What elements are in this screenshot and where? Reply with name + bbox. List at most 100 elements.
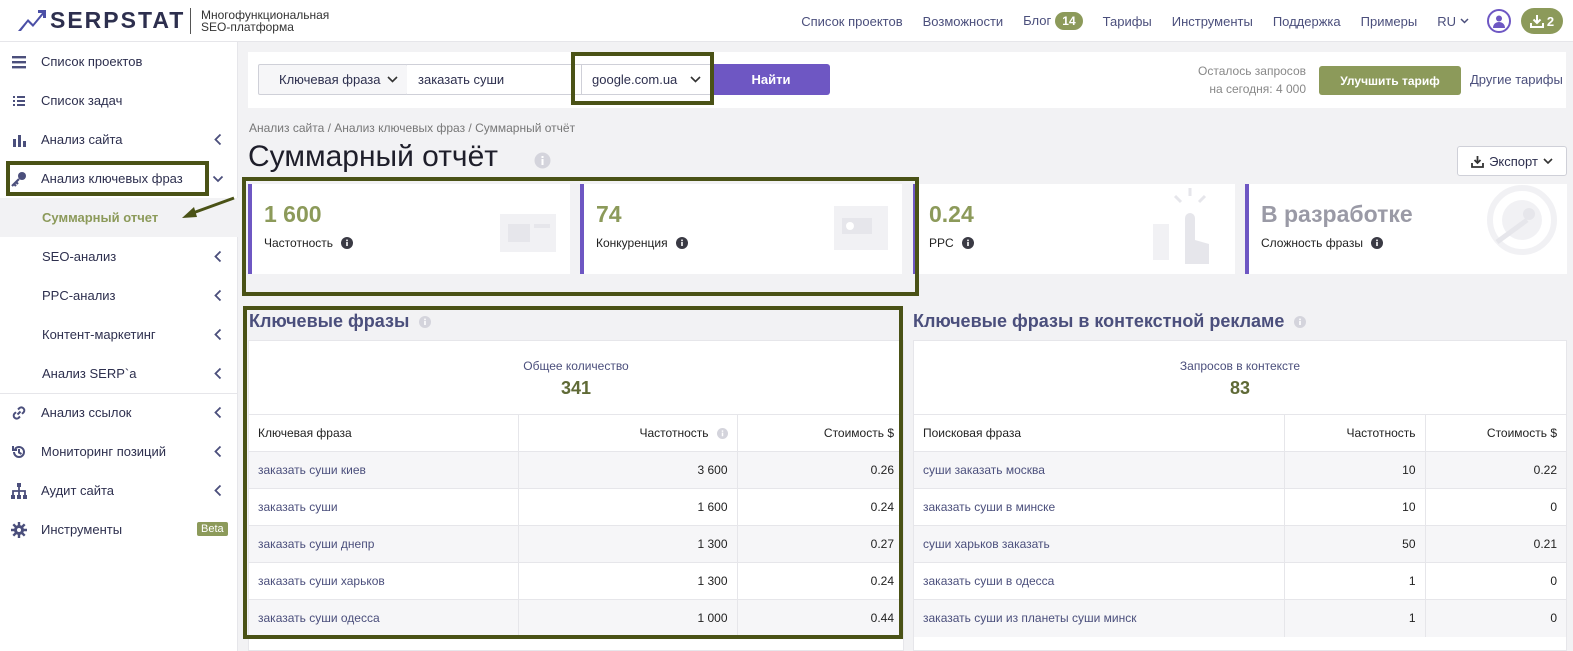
sidebar-item-label: Аудит сайта — [41, 483, 115, 498]
chevron-left-icon — [214, 367, 222, 380]
site-analysis-icon — [13, 135, 26, 147]
chevron-down-icon — [387, 76, 398, 83]
sidebar-item-site-analysis[interactable]: Анализ сайта — [0, 120, 238, 159]
logo-text: SERPSTAT — [50, 7, 186, 33]
col-frequency[interactable]: Частотность — [1284, 414, 1426, 452]
nav-blog[interactable]: Блог 14 — [1023, 12, 1083, 30]
nav-examples[interactable]: Примеры — [1361, 14, 1418, 29]
stat-card-ppc: 0.24 PPC — [913, 184, 1235, 274]
frequency-cell: 1 — [1284, 599, 1426, 637]
gear-icon — [11, 522, 27, 538]
sidebar-item-label: Контент-маркетинг — [42, 327, 156, 342]
tagline-line-2: SEO-платформа — [201, 20, 294, 34]
chevron-left-icon — [214, 406, 222, 419]
table-row: заказать суши из планеты суши минск 1 0 — [914, 599, 1566, 637]
chevron-left-icon — [214, 250, 222, 263]
sidebar: Список проектов Список задач Анализ сайт… — [0, 42, 238, 651]
frequency-cell: 10 — [1284, 451, 1426, 489]
sidebar-item-label: SEO-анализ — [42, 249, 117, 264]
page-title: Суммарный отчёт — [248, 140, 498, 173]
chevron-left-icon — [214, 484, 222, 497]
nav-features[interactable]: Возможности — [923, 14, 1004, 29]
sidebar-item-tasks[interactable]: Список задач — [0, 81, 238, 120]
search-type-select[interactable]: Ключевая фраза — [258, 64, 408, 95]
task-list-icon — [13, 96, 25, 106]
stat-label: PPC — [929, 236, 974, 250]
keyword-link[interactable]: заказать суши в одесса — [914, 562, 1285, 600]
sidebar-item-serp-analysis[interactable]: Анализ SERP`a — [0, 354, 238, 393]
stat-label: Сложность фразы — [1261, 236, 1383, 250]
info-icon[interactable] — [961, 237, 974, 249]
link-icon — [12, 406, 26, 420]
nav-tools[interactable]: Инструменты — [1172, 14, 1253, 29]
sidebar-item-ppc-analysis[interactable]: PPC-анализ — [0, 276, 238, 315]
annotation-highlight-keywords — [243, 306, 903, 639]
nav-support[interactable]: Поддержка — [1273, 14, 1341, 29]
sidebar-item-content-marketing[interactable]: Контент-маркетинг — [0, 315, 238, 354]
language-select[interactable]: RU — [1437, 14, 1469, 29]
table-row: заказать суши в минске 10 0 — [914, 488, 1566, 526]
table-header-row: Поисковая фраза Частотность Стоимость $ — [914, 414, 1566, 452]
sidebar-item-label: Список проектов — [41, 54, 143, 69]
col-search-phrase[interactable]: Поисковая фраза — [914, 414, 1285, 452]
keyword-link[interactable]: заказать суши из планеты суши минск — [914, 599, 1285, 637]
key-lock-illustration-icon — [1487, 185, 1557, 255]
info-icon[interactable] — [534, 152, 551, 169]
chevron-left-icon — [214, 133, 222, 146]
sitemap-icon — [11, 483, 27, 499]
quota-line-1: Осталось запросов — [1198, 64, 1306, 78]
top-header: SERPSTAT Многофункциональная SEO-платфор… — [0, 0, 1573, 42]
chevron-left-icon — [214, 445, 222, 458]
col-cost[interactable]: Стоимость $ — [1425, 414, 1566, 452]
chevron-left-icon — [214, 289, 222, 302]
nav-projects[interactable]: Список проектов — [801, 14, 902, 29]
breadcrumb: Анализ сайта / Анализ ключевых фраз / Су… — [249, 121, 576, 135]
sidebar-item-projects[interactable]: Список проектов — [0, 42, 238, 81]
search-panel: Ключевая фраза google.com.ua Найти Остал… — [248, 52, 1566, 108]
other-plans-link[interactable]: Другие тарифы — [1470, 72, 1563, 87]
annotation-arrow-icon — [182, 196, 235, 218]
nav-blog-label: Блог — [1023, 13, 1052, 28]
ads-section-title: Ключевые фразы в контекстной рекламе — [913, 311, 1307, 332]
ads-table: Поисковая фраза Частотность Стоимость $ … — [914, 414, 1566, 637]
table-row: заказать суши в одесса 1 0 — [914, 562, 1566, 600]
keyword-link[interactable]: заказать суши в минске — [914, 488, 1285, 526]
chevron-down-icon — [1543, 158, 1553, 164]
sidebar-item-tools[interactable]: Инструменты Beta — [0, 510, 238, 549]
top-nav: Список проектов Возможности Блог 14 Тариф… — [801, 0, 1573, 42]
blog-count-badge: 14 — [1055, 12, 1083, 30]
sidebar-item-label: PPC-анализ — [42, 288, 116, 303]
chevron-left-icon — [214, 328, 222, 341]
sidebar-item-label: Список задач — [41, 93, 123, 108]
serpstat-logo[interactable]: SERPSTAT — [18, 7, 185, 34]
history-icon — [12, 445, 25, 458]
summary-value: 83 — [1229, 378, 1251, 398]
logo-arrow-icon — [18, 9, 46, 31]
search-input[interactable] — [407, 64, 582, 95]
export-button[interactable]: Экспорт — [1457, 146, 1567, 176]
stat-value: В разработке — [1261, 201, 1413, 227]
sidebar-item-label: Анализ SERP`a — [42, 366, 137, 381]
nav-pricing[interactable]: Тарифы — [1103, 14, 1152, 29]
frequency-cell: 50 — [1284, 525, 1426, 563]
keyword-link[interactable]: суши харьков заказать — [914, 525, 1285, 563]
sidebar-item-link-analysis[interactable]: Анализ ссылок — [0, 393, 238, 432]
sidebar-item-site-audit[interactable]: Аудит сайта — [0, 471, 238, 510]
summary-label: Запросов в контексте — [1179, 359, 1301, 373]
upgrade-plan-button[interactable]: Улучшить тариф — [1319, 66, 1461, 95]
download-icon — [1471, 155, 1484, 168]
quota-line-2: на сегодня: 4 000 — [1209, 82, 1306, 96]
sidebar-item-seo-analysis[interactable]: SEO-анализ — [0, 237, 238, 276]
stat-label-text: Сложность фразы — [1261, 236, 1363, 250]
info-icon[interactable] — [1294, 315, 1307, 328]
sidebar-item-rank-tracking[interactable]: Мониторинг позиций — [0, 432, 238, 471]
find-button[interactable]: Найти — [712, 64, 830, 95]
user-avatar[interactable] — [1487, 9, 1511, 33]
annotation-highlight-database — [571, 52, 714, 105]
downloads-button[interactable]: 2 — [1521, 8, 1563, 34]
stat-value: 0.24 — [929, 201, 974, 227]
cost-cell: 0.21 — [1425, 525, 1566, 563]
keyword-link[interactable]: суши заказать москва — [914, 451, 1285, 489]
info-icon[interactable] — [1370, 237, 1383, 249]
table-row: суши заказать москва 10 0.22 — [914, 451, 1566, 489]
